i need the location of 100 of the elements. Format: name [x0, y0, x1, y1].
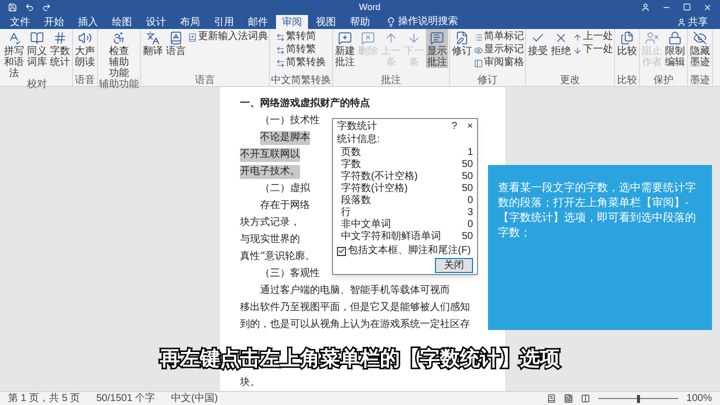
ribbon-button[interactable]: 限制编辑 — [664, 29, 686, 68]
arrows-icon — [276, 46, 285, 54]
ribbon-button[interactable]: 语言 — [165, 29, 187, 57]
undo-icon[interactable] — [25, 2, 34, 12]
ribbon-tab[interactable]: 绘图 — [106, 15, 138, 29]
arrow-down-icon — [573, 46, 582, 54]
ribbon-button[interactable]: 下一处 — [573, 44, 613, 56]
speaker-icon — [78, 31, 92, 45]
arrows-icon — [276, 32, 285, 42]
tell-me-field[interactable]: 操作说明搜索 — [398, 16, 478, 28]
ribbon-tab[interactable]: 帮助 — [344, 15, 376, 29]
language-indicator[interactable]: 中文(中国) — [171, 392, 218, 404]
stat-value: 50 — [462, 183, 473, 195]
hash-icon — [53, 31, 67, 45]
ribbon-button[interactable]: 翻译 — [142, 29, 164, 57]
arrow-up-icon — [384, 31, 398, 45]
maximize-icon[interactable] — [683, 3, 691, 11]
translate-icon — [146, 31, 160, 45]
group-label: 比较 — [617, 75, 637, 86]
share-button[interactable]: 共享 — [677, 15, 716, 29]
ribbon-tab[interactable]: 邮件 — [242, 15, 274, 29]
ribbon-button[interactable]: 同义词库 — [26, 29, 48, 68]
ribbon-button[interactable]: 字数统计 — [49, 29, 71, 68]
stat-value: 0 — [467, 219, 473, 231]
stat-label: 段落数 — [341, 195, 371, 207]
stat-label: 字数 — [341, 159, 361, 170]
ribbon-button[interactable]: 繁转简 — [276, 31, 326, 43]
ribbon-button[interactable]: 拼写和语法 — [3, 29, 25, 79]
save-icon[interactable] — [8, 2, 17, 12]
ribbon-tab[interactable]: 插入 — [72, 15, 104, 29]
print-layout-icon[interactable] — [564, 394, 574, 403]
ribbon-button[interactable]: 检查辅助功能 — [108, 29, 130, 79]
checkbox[interactable] — [337, 246, 346, 256]
ribbon-button[interactable]: 比较 — [616, 29, 638, 57]
arrow-down-icon — [407, 31, 421, 45]
stat-label: 非中文单词 — [341, 219, 391, 230]
ribbon-tab[interactable]: 开始 — [38, 15, 70, 29]
ribbon-tab[interactable]: 文件 — [4, 15, 36, 29]
stat-label: 中文字符和朝鲜语单词 — [341, 231, 441, 243]
ribbon-tab[interactable]: 布局 — [174, 15, 206, 29]
group-label: 语音 — [75, 75, 95, 86]
help-button[interactable]: ? — [452, 120, 458, 132]
document-text-line: 存在于网络 — [260, 198, 310, 212]
read-mode-icon[interactable] — [547, 394, 556, 403]
window-title: Word — [359, 1, 380, 13]
page-count: 第 1 页，共 5 页 — [8, 392, 80, 404]
ribbon-button[interactable]: 接受 — [527, 29, 549, 57]
track-changes-icon — [455, 31, 469, 45]
ribbon-button[interactable]: 简单标记 — [474, 31, 524, 43]
stat-value: 0 — [467, 195, 473, 207]
ribbon-button[interactable]: 审阅窗格 — [474, 57, 524, 69]
person-icon — [677, 18, 686, 26]
ribbon-button[interactable]: 新建批注 — [334, 29, 356, 68]
stat-label: 页数 — [341, 147, 361, 158]
ribbon-tab[interactable]: 设计 — [140, 15, 172, 29]
dialog-title: 字数统计 — [337, 120, 377, 132]
ribbon-button[interactable]: 简转繁 — [276, 44, 326, 56]
ribbon-tab[interactable]: 引用 — [208, 15, 240, 29]
close-dialog-button[interactable]: 关闭 — [435, 258, 473, 273]
ribbon-button[interactable]: 更新输入法词典 — [188, 31, 268, 43]
ribbon-button[interactable]: 简繁转换 — [276, 57, 326, 69]
web-layout-icon[interactable] — [581, 394, 590, 403]
document-text-line: 移出软件乃至视图平面，但是它又是能够被人们感知 — [240, 300, 470, 314]
reject-icon — [554, 31, 568, 45]
avatar-icon[interactable] — [641, 2, 650, 12]
ribbon-button[interactable]: 隐藏墨迹 — [689, 29, 711, 68]
ribbon-tab[interactable]: 审阅 — [276, 15, 308, 29]
stat-value: 50 — [462, 231, 473, 243]
stat-value: 3 — [467, 207, 473, 219]
zoom-slider[interactable] — [598, 394, 678, 402]
group-label: 墨迹 — [690, 75, 710, 86]
zoom-level[interactable]: 100% — [686, 392, 712, 404]
block-user-icon — [645, 31, 659, 45]
lock-icon — [668, 31, 682, 45]
group-label: 更改 — [560, 75, 580, 86]
ribbon-button[interactable]: 修订 — [451, 29, 473, 57]
comment-plus-icon — [338, 31, 352, 45]
word-count[interactable]: 50/1501 个字 — [96, 392, 156, 404]
hide-icon — [693, 31, 707, 45]
accessibility-icon — [112, 31, 126, 45]
close-icon[interactable] — [703, 2, 712, 12]
arrows-icon — [276, 58, 285, 68]
ribbon-button[interactable]: 拒绝 — [550, 29, 572, 57]
close-button[interactable]: × — [467, 120, 473, 132]
ribbon-button[interactable]: 显示批注 — [426, 29, 448, 68]
redo-icon[interactable] — [42, 2, 51, 12]
ribbon-button[interactable]: 显示标记 — [474, 44, 524, 56]
comment-delete-icon — [361, 31, 375, 45]
ribbon-button[interactable]: 上一处 — [573, 31, 613, 43]
document-text-line: （一）技术性 — [260, 114, 320, 128]
ribbon-tab[interactable]: 视图 — [310, 15, 342, 29]
spell-check-icon — [7, 31, 21, 45]
stat-value: 1 — [467, 147, 473, 159]
instruction-text: 查看某一段文字的字数，选中需要统计字数的段落；打开左上角菜单栏【审阅】-【字数统计】选项，即可看到选中段落的字数； — [498, 181, 697, 241]
stat-label: 行 — [341, 207, 351, 218]
zoom-slider-thumb[interactable] — [637, 394, 640, 402]
stat-label: 字符数(不计空格) — [341, 171, 418, 182]
document-text-line: 真性”意识轮廓。 — [240, 250, 316, 264]
ribbon-button[interactable]: 大声朗读 — [74, 29, 96, 68]
video-caption: 再左键点击左上角菜单栏的【字数统计】选项 — [160, 346, 560, 370]
